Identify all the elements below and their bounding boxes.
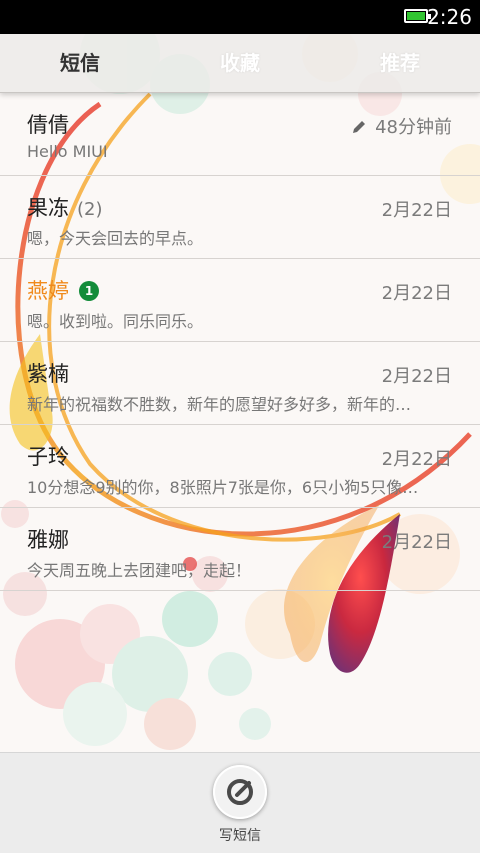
message-preview: 新年的祝福数不胜数，新年的愿望好多好多，新年的… bbox=[27, 395, 412, 414]
draft-pencil-icon bbox=[353, 121, 366, 133]
message-time: 2月22日 bbox=[381, 366, 452, 387]
conversation-row[interactable]: 子玲 2月22日 10分想念9别的你，8张照片7张是你，6只小狗5只像… bbox=[0, 425, 480, 508]
message-count: (2) bbox=[77, 199, 103, 220]
status-bar: 2:26 bbox=[0, 0, 480, 34]
compose-button[interactable] bbox=[213, 765, 267, 819]
conversation-list: 倩倩 48分钟前 Hello MIUI 果冻 (2) 2月22日 嗯，今天会回去的… bbox=[0, 93, 480, 591]
conversation-row[interactable]: 紫楠 2月22日 新年的祝福数不胜数，新年的愿望好多好多，新年的… bbox=[0, 342, 480, 425]
contact-name: 果冻 (2) bbox=[27, 192, 103, 222]
message-preview: 嗯。收到啦。同乐同乐。 bbox=[27, 312, 204, 331]
message-preview: Hello MIUI bbox=[27, 142, 108, 161]
contact-name: 雅娜 bbox=[27, 528, 69, 552]
contact-name-text: 果冻 bbox=[27, 196, 69, 220]
message-preview: 嗯，今天会回去的早点。 bbox=[27, 229, 204, 248]
conversation-row[interactable]: 燕婷 1 2月22日 嗯。收到啦。同乐同乐。 bbox=[0, 259, 480, 342]
conversation-row[interactable]: 倩倩 48分钟前 Hello MIUI bbox=[0, 93, 480, 176]
compose-icon bbox=[227, 779, 253, 805]
contact-name: 子玲 bbox=[27, 445, 69, 469]
tab-bar: 短信 收藏 推荐 bbox=[0, 34, 480, 93]
message-time: 2月22日 bbox=[381, 283, 452, 304]
message-time-text: 48分钟前 bbox=[375, 117, 452, 138]
tab-recommended[interactable]: 推荐 bbox=[320, 34, 480, 92]
message-preview: 今天周五晚上去团建吧，走起！ bbox=[27, 561, 252, 580]
conversation-row[interactable]: 雅娜 2月22日 今天周五晚上去团建吧，走起！ bbox=[0, 508, 480, 591]
conversation-row[interactable]: 果冻 (2) 2月22日 嗯，今天会回去的早点。 bbox=[0, 176, 480, 259]
message-time: 48分钟前 bbox=[351, 113, 452, 139]
message-preview: 10分想念9别的你，8张照片7张是你，6只小狗5只像… bbox=[27, 478, 419, 497]
bottom-bar: 写短信 bbox=[0, 752, 480, 853]
message-time: 2月22日 bbox=[381, 532, 452, 553]
contact-name-text: 燕婷 bbox=[27, 279, 69, 303]
contact-name: 倩倩 bbox=[27, 113, 69, 137]
contact-name: 燕婷 1 bbox=[27, 275, 99, 305]
tab-favorites[interactable]: 收藏 bbox=[160, 34, 320, 92]
status-time: 2:26 bbox=[427, 5, 472, 29]
compose-label: 写短信 bbox=[219, 828, 261, 844]
unread-badge: 1 bbox=[79, 281, 99, 301]
message-time: 2月22日 bbox=[381, 200, 452, 221]
message-time: 2月22日 bbox=[381, 449, 452, 470]
battery-icon bbox=[404, 9, 431, 23]
tab-messages[interactable]: 短信 bbox=[0, 34, 160, 92]
contact-name: 紫楠 bbox=[27, 362, 69, 386]
